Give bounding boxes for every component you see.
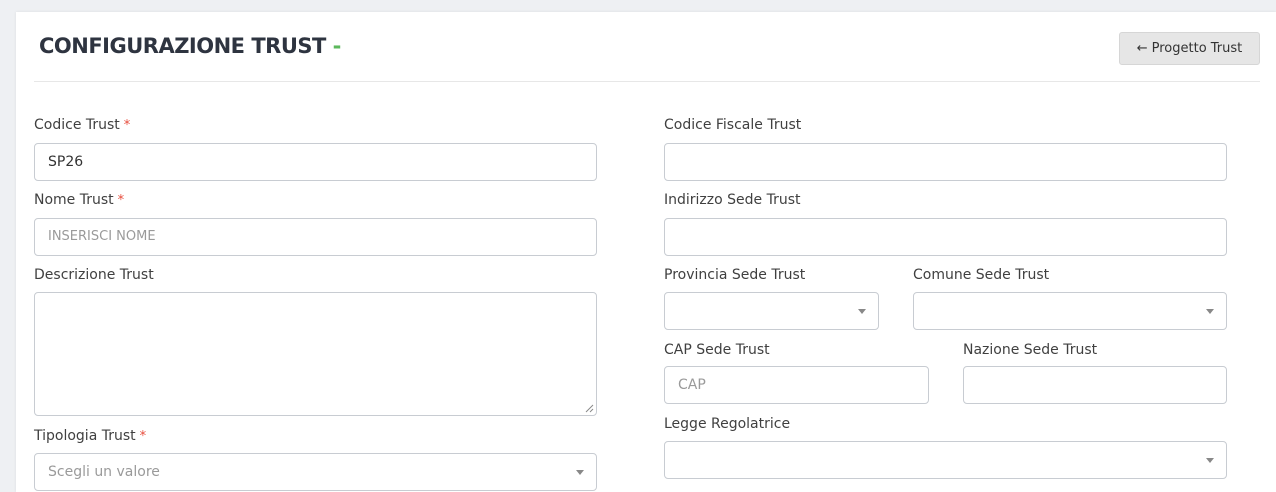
chevron-down-icon (1206, 458, 1214, 463)
page-title-text: CONFIGURAZIONE TRUST (39, 34, 326, 58)
provincia-sede-trust-select[interactable] (664, 292, 879, 330)
page-title: CONFIGURAZIONE TRUST - (39, 34, 341, 58)
codice-fiscale-trust-label: Codice Fiscale Trust (664, 117, 802, 133)
required-mark: * (123, 118, 131, 133)
legge-regolatrice-label: Legge Regolatrice (664, 416, 791, 432)
indirizzo-sede-trust-input[interactable] (664, 218, 1227, 256)
required-mark: * (117, 193, 125, 208)
nome-trust-label: Nome Trust * (34, 192, 124, 208)
chevron-down-icon (576, 470, 584, 475)
arrow-left-icon: ← (1136, 41, 1148, 56)
chevron-down-icon (858, 309, 866, 314)
comune-sede-trust-label: Comune Sede Trust (913, 267, 1050, 283)
required-mark: * (139, 429, 147, 444)
nazione-sede-trust-input[interactable] (963, 366, 1227, 404)
back-to-progetto-trust-button[interactable]: ← Progetto Trust (1119, 32, 1260, 65)
back-button-label: Progetto Trust (1151, 41, 1243, 56)
tipologia-trust-label-text: Tipologia Trust (34, 428, 136, 444)
nome-trust-input[interactable]: INSERISCI NOME (34, 218, 597, 256)
cap-sede-trust-label: CAP Sede Trust (664, 342, 770, 358)
codice-trust-label-text: Codice Trust (34, 117, 120, 133)
cap-sede-trust-input[interactable]: CAP (664, 366, 929, 404)
tipologia-trust-select[interactable]: Scegli un valore (34, 453, 597, 491)
codice-fiscale-trust-input[interactable] (664, 143, 1227, 181)
chevron-down-icon (1206, 309, 1214, 314)
comune-sede-trust-select[interactable] (913, 292, 1227, 330)
codice-trust-input[interactable] (34, 143, 597, 181)
provincia-sede-trust-label: Provincia Sede Trust (664, 267, 806, 283)
tipologia-trust-label: Tipologia Trust * (34, 428, 146, 444)
header-divider (34, 81, 1260, 82)
descrizione-trust-label: Descrizione Trust (34, 267, 154, 283)
codice-trust-label: Codice Trust * (34, 117, 130, 133)
resize-grip-icon[interactable] (584, 403, 594, 413)
page-title-suffix: - (332, 34, 342, 58)
tipologia-trust-placeholder: Scegli un valore (48, 464, 160, 480)
indirizzo-sede-trust-label: Indirizzo Sede Trust (664, 192, 801, 208)
nome-trust-label-text: Nome Trust (34, 192, 114, 208)
legge-regolatrice-select[interactable] (664, 441, 1227, 479)
nazione-sede-trust-label: Nazione Sede Trust (963, 342, 1098, 358)
descrizione-trust-textarea[interactable] (34, 292, 597, 416)
